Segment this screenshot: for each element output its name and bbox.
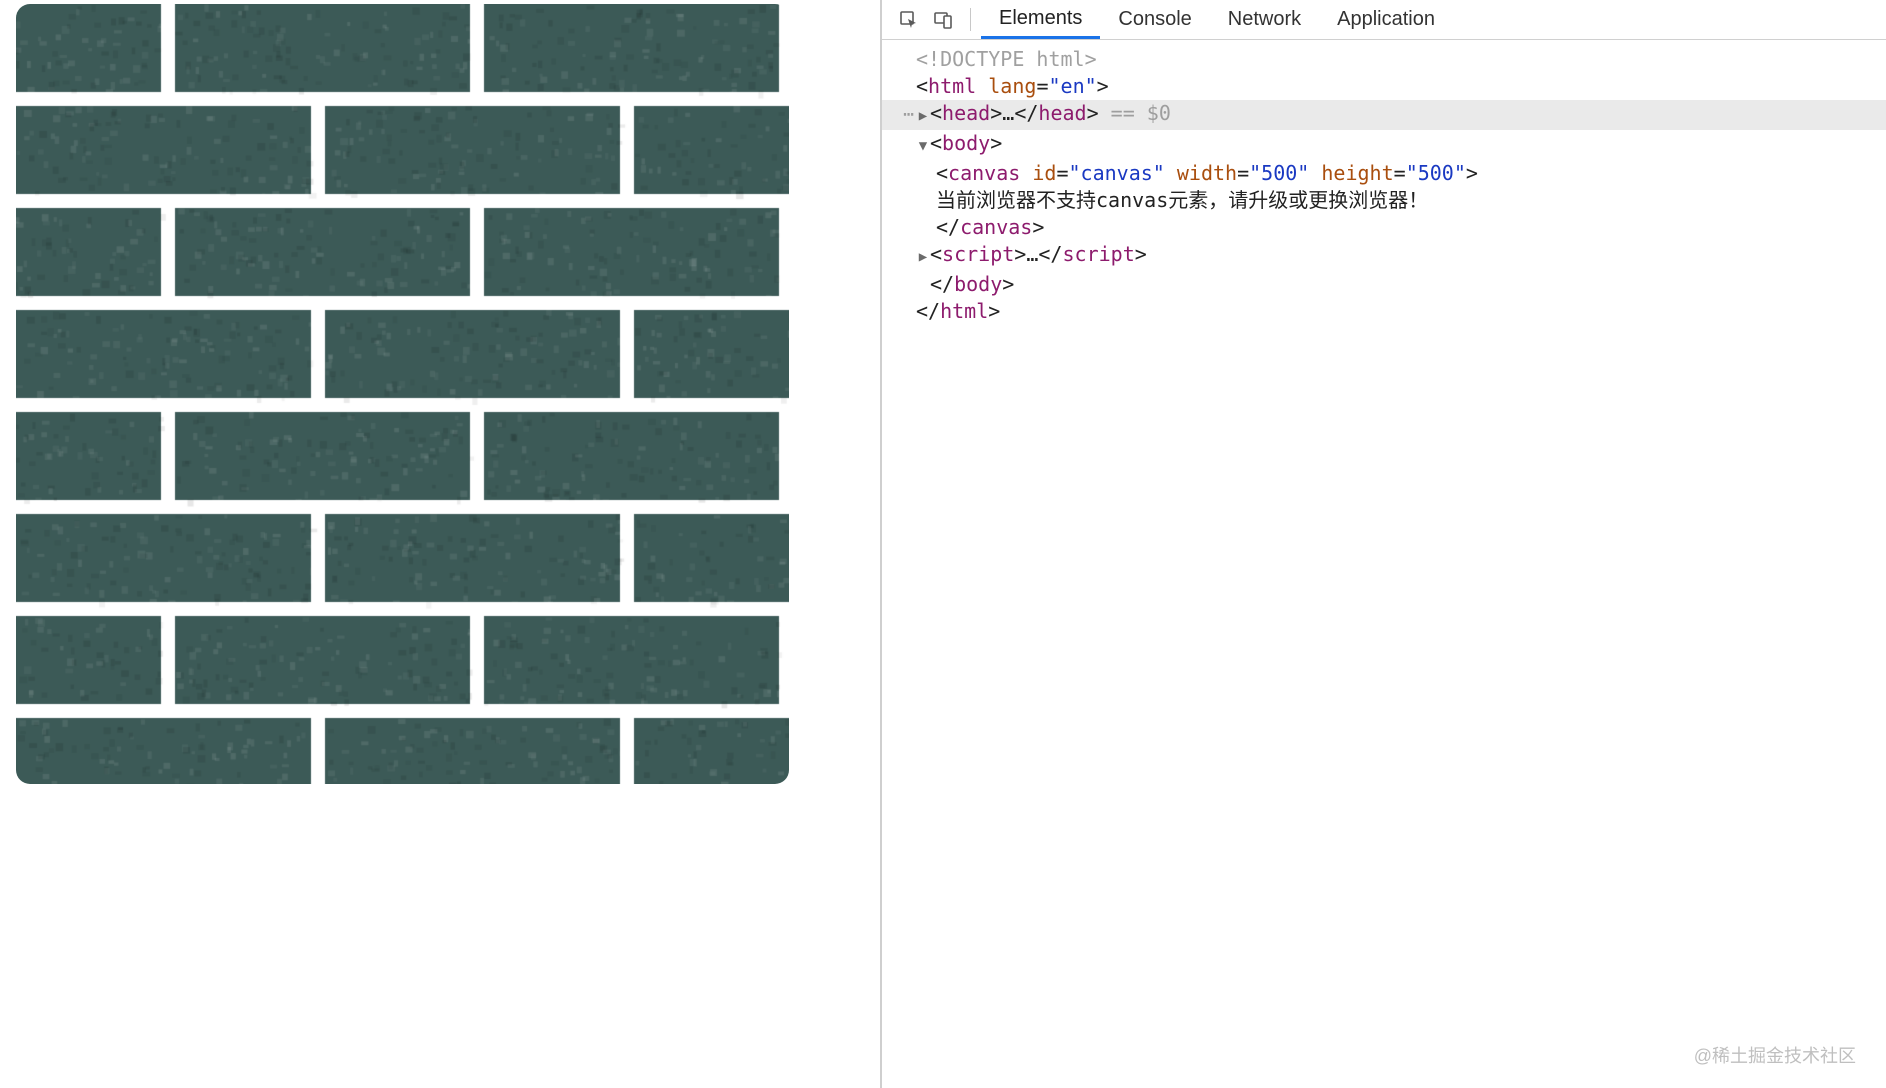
- tab-network[interactable]: Network: [1210, 0, 1319, 39]
- tab-console[interactable]: Console: [1100, 0, 1209, 39]
- code-line[interactable]: </canvas>: [882, 214, 1886, 241]
- code-line[interactable]: </html>: [882, 298, 1886, 325]
- code-line[interactable]: ▶ <script>…</script>: [882, 241, 1886, 271]
- code-line[interactable]: </body>: [882, 271, 1886, 298]
- watermark-text: @稀土掘金技术社区: [1694, 1042, 1856, 1068]
- doctype-text: <!DOCTYPE html>: [916, 46, 1097, 73]
- devtools-tabbar: Elements Console Network Application: [882, 0, 1886, 40]
- inspect-icon[interactable]: [892, 0, 926, 39]
- tab-application[interactable]: Application: [1319, 0, 1453, 39]
- code-line[interactable]: <!DOCTYPE html>: [882, 46, 1886, 73]
- elements-tree[interactable]: <!DOCTYPE html> <html lang="en"> ⋯ ▶ <he…: [882, 40, 1886, 1088]
- canvas-fallback-text: 当前浏览器不支持canvas元素，请升级或更换浏览器！: [936, 187, 1428, 214]
- tabbar-separator: [970, 8, 971, 31]
- expand-collapse-icon[interactable]: ▶: [916, 103, 930, 130]
- code-line[interactable]: <html lang="en">: [882, 73, 1886, 100]
- code-line[interactable]: 当前浏览器不支持canvas元素，请升级或更换浏览器！: [882, 187, 1886, 214]
- device-toolbar-icon[interactable]: [926, 0, 960, 39]
- tab-elements[interactable]: Elements: [981, 0, 1100, 39]
- brick-canvas: [16, 4, 789, 784]
- devtools-panel: Elements Console Network Application <!D…: [882, 0, 1886, 1088]
- code-line-selected[interactable]: ⋯ ▶ <head>…</head> == $0: [882, 100, 1886, 130]
- page-preview-pane: [0, 0, 880, 1088]
- expand-collapse-icon[interactable]: ▶: [916, 244, 930, 271]
- line-prefix-dots-icon: ⋯: [896, 101, 914, 128]
- canvas-output: [16, 4, 789, 784]
- expand-collapse-icon[interactable]: ▼: [916, 133, 930, 160]
- code-line[interactable]: <canvas id="canvas" width="500" height="…: [882, 160, 1886, 187]
- code-line[interactable]: ▼ <body>: [882, 130, 1886, 160]
